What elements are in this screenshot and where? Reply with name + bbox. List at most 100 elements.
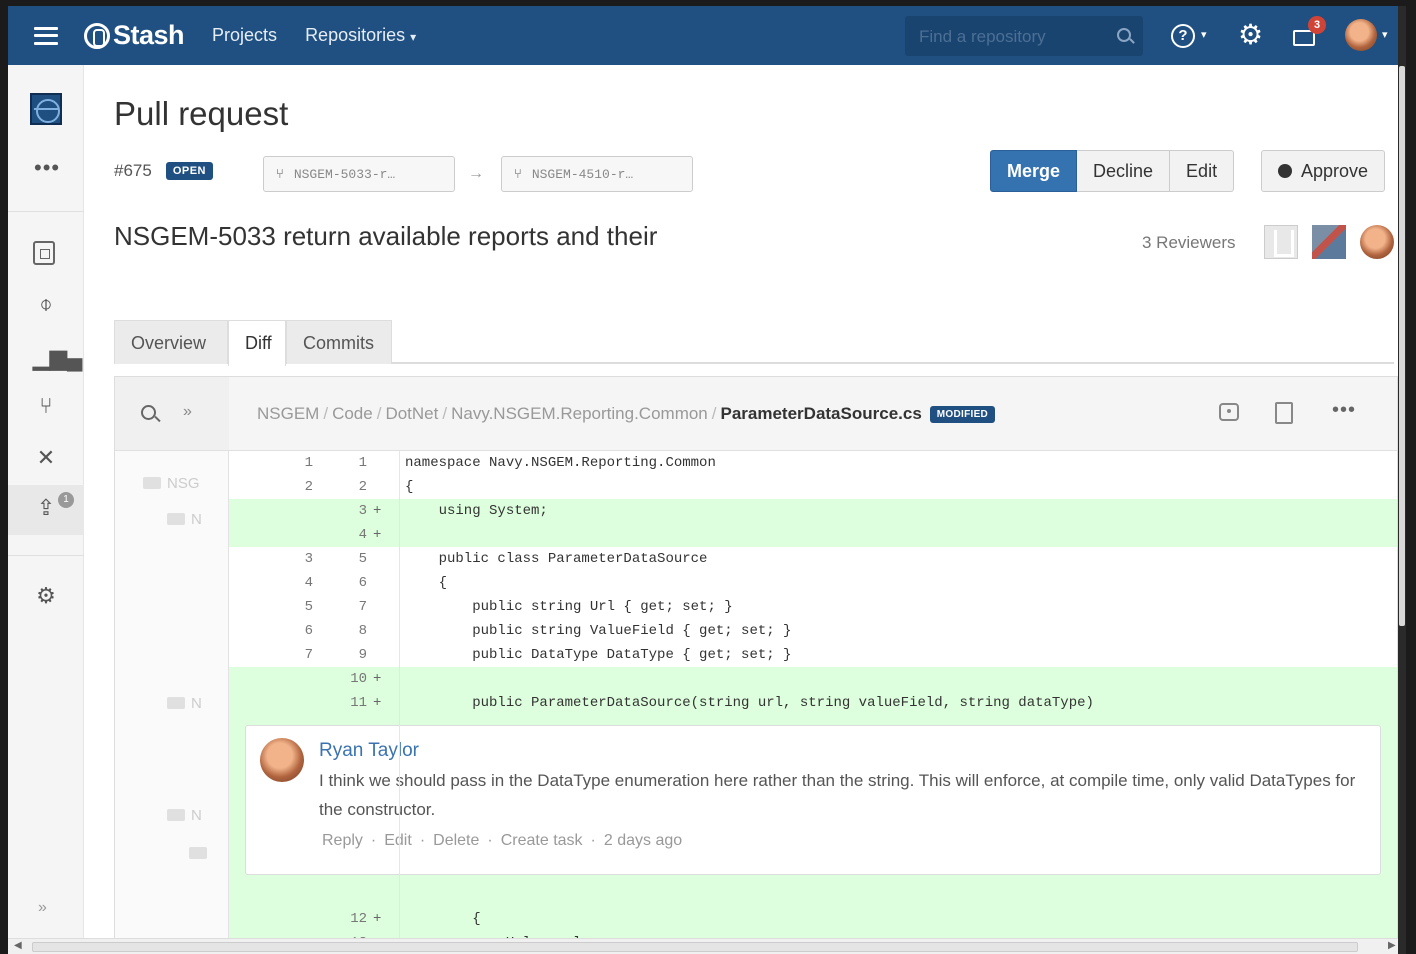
view-file-icon[interactable] (1275, 402, 1293, 424)
edit-button[interactable]: Edit (1170, 150, 1235, 192)
repository-search-input[interactable]: Find a repository (905, 16, 1143, 56)
added-line[interactable]: 12 + { (229, 907, 1397, 931)
expand-tree-icon[interactable]: » (183, 403, 192, 421)
file-tree: » NSG N N N (115, 377, 229, 954)
old-line-number: 3 (304, 551, 313, 567)
code-text: public string ValueField { get; set; } (405, 623, 792, 639)
decline-button[interactable]: Decline (1077, 150, 1171, 192)
code-text: { (405, 911, 481, 927)
expand-sidebar-icon[interactable]: » (38, 899, 47, 917)
comment-author[interactable]: Ryan Taylor (319, 740, 419, 762)
sidebar: ••• ⌽ ▁▆▄ ⑂ ✕ ⇪ 1 ⚙ » (8, 65, 84, 954)
merge-button[interactable]: Merge (990, 150, 1078, 192)
stash-logo[interactable]: Stash (84, 20, 185, 51)
source-branch[interactable]: ⑂ NSGEM-5033-r… (263, 156, 455, 192)
tab-diff[interactable]: Diff (228, 320, 286, 366)
comment: Ryan Taylor I think we should pass in th… (245, 725, 1381, 875)
target-branch[interactable]: ⑂ NSGEM-4510-r… (501, 156, 693, 192)
context-line[interactable]: 5 7 public string Url { get; set; } (229, 595, 1397, 619)
context-line[interactable]: 4 6 { (229, 571, 1397, 595)
approve-button[interactable]: Approve (1261, 150, 1386, 192)
gear-icon[interactable]: ⚙ (1238, 20, 1263, 50)
context-line[interactable]: 2 2 { (229, 475, 1397, 499)
top-navigation-bar: Stash Projects Repositories ▾ Find a repo… (8, 6, 1406, 65)
breadcrumb-item[interactable]: DotNet (385, 404, 438, 423)
add-comment-icon[interactable] (1219, 403, 1239, 421)
insights-icon[interactable]: ▁▆▄ (33, 345, 82, 371)
new-line-number: 11 (350, 695, 367, 711)
user-avatar[interactable] (1345, 19, 1377, 51)
context-line[interactable]: 6 8 public string ValueField { get; set; … (229, 619, 1397, 643)
code-diff: 1 1 namespace Navy.NSGEM.Reporting.Common 2… (229, 451, 1397, 954)
delete-link[interactable]: Delete (433, 832, 479, 849)
comment-thread: Ryan Taylor I think we should pass in th… (229, 715, 1397, 907)
code-text: public string Url { get; set; } (405, 599, 733, 615)
new-line-number: 4 (358, 527, 367, 543)
menu-icon[interactable] (34, 26, 58, 45)
tree-folder[interactable]: N (167, 807, 202, 824)
source-icon[interactable] (33, 241, 55, 265)
added-line[interactable]: 3 + using System; (229, 499, 1397, 523)
nav-projects[interactable]: Projects (212, 25, 277, 46)
pull-requests-icon[interactable]: ⇪ (33, 495, 59, 521)
chevron-down-icon[interactable]: ▾ (1201, 28, 1207, 41)
settings-icon[interactable]: ⚙ (33, 583, 59, 609)
diff-marker: + (373, 527, 382, 543)
file-tree-toolbar: » (115, 377, 229, 451)
horizontal-scrollbar[interactable]: ◀ ▶ (8, 938, 1406, 954)
code-text: public DataType DataType { get; set; } (405, 647, 792, 663)
added-line[interactable]: 4 + (229, 523, 1397, 547)
arrow-right-icon: → (468, 165, 484, 182)
tab-overview[interactable]: Overview (114, 320, 228, 364)
context-line[interactable]: 1 1 namespace Navy.NSGEM.Reporting.Common (229, 451, 1397, 475)
reply-link[interactable]: Reply (322, 832, 363, 849)
more-icon[interactable]: ••• (1329, 399, 1359, 421)
commits-icon[interactable]: ⌽ (33, 291, 59, 317)
sidebar-divider (8, 211, 84, 212)
reviewer-avatar[interactable] (1264, 225, 1298, 259)
context-line[interactable]: 7 9 public DataType DataType { get; set; … (229, 643, 1397, 667)
reviewer-avatar[interactable] (1312, 225, 1346, 259)
tree-folder[interactable]: N (167, 511, 202, 528)
tree-folder-label: N (191, 695, 202, 712)
chevron-down-icon[interactable]: ▾ (1382, 28, 1388, 41)
target-branch-name: NSGEM-4510-r… (531, 167, 634, 182)
search-icon[interactable] (1117, 28, 1131, 42)
branches-icon[interactable]: ⑂ (33, 393, 59, 419)
help-icon[interactable]: ? (1171, 24, 1195, 48)
folder-icon (167, 697, 185, 709)
vertical-scrollbar[interactable] (1398, 6, 1406, 954)
scroll-right-icon[interactable]: ▶ (1388, 940, 1396, 951)
nav-repositories[interactable]: Repositories ▾ (305, 25, 416, 46)
breadcrumb-item[interactable]: NSGEM (257, 404, 319, 423)
notification-badge: 3 (1308, 16, 1326, 34)
added-line[interactable]: 10 + (229, 667, 1397, 691)
scroll-left-icon[interactable]: ◀ (14, 940, 22, 951)
context-line[interactable]: 3 5 public class ParameterDataSource (229, 547, 1397, 571)
tree-folder[interactable]: NSG (143, 475, 200, 492)
tools-icon[interactable]: ✕ (33, 445, 59, 471)
tree-file[interactable] (189, 845, 213, 862)
tree-folder[interactable]: N (167, 695, 202, 712)
breadcrumb-item[interactable]: Navy.NSGEM.Reporting.Common (451, 404, 708, 423)
separator-dot: · (370, 832, 377, 849)
search-icon[interactable] (141, 405, 156, 420)
reviewer-avatar[interactable] (1360, 225, 1394, 259)
scrollbar-thumb[interactable] (32, 942, 1358, 952)
breadcrumb-item[interactable]: Code (332, 404, 373, 423)
code-text: public ParameterDataSource(string url, s… (405, 695, 1094, 711)
code-text: namespace Navy.NSGEM.Reporting.Common (405, 455, 716, 471)
avatar[interactable] (260, 738, 304, 782)
scrollbar-thumb[interactable] (1399, 66, 1405, 626)
more-icon[interactable]: ••• (34, 155, 60, 181)
reviewers-label[interactable]: 3 Reviewers (1142, 233, 1236, 253)
separator-dot: · (419, 832, 426, 849)
tab-commits[interactable]: Commits (286, 320, 392, 364)
new-line-number: 6 (358, 575, 367, 591)
create-task-link[interactable]: Create task (501, 832, 583, 849)
nav-repositories-label: Repositories (305, 25, 406, 45)
diff-marker: + (373, 503, 382, 519)
repository-avatar[interactable] (30, 93, 62, 125)
pr-meta: #675 OPEN (114, 161, 214, 181)
added-line[interactable]: 11 + public ParameterDataSource(string ur… (229, 691, 1397, 715)
